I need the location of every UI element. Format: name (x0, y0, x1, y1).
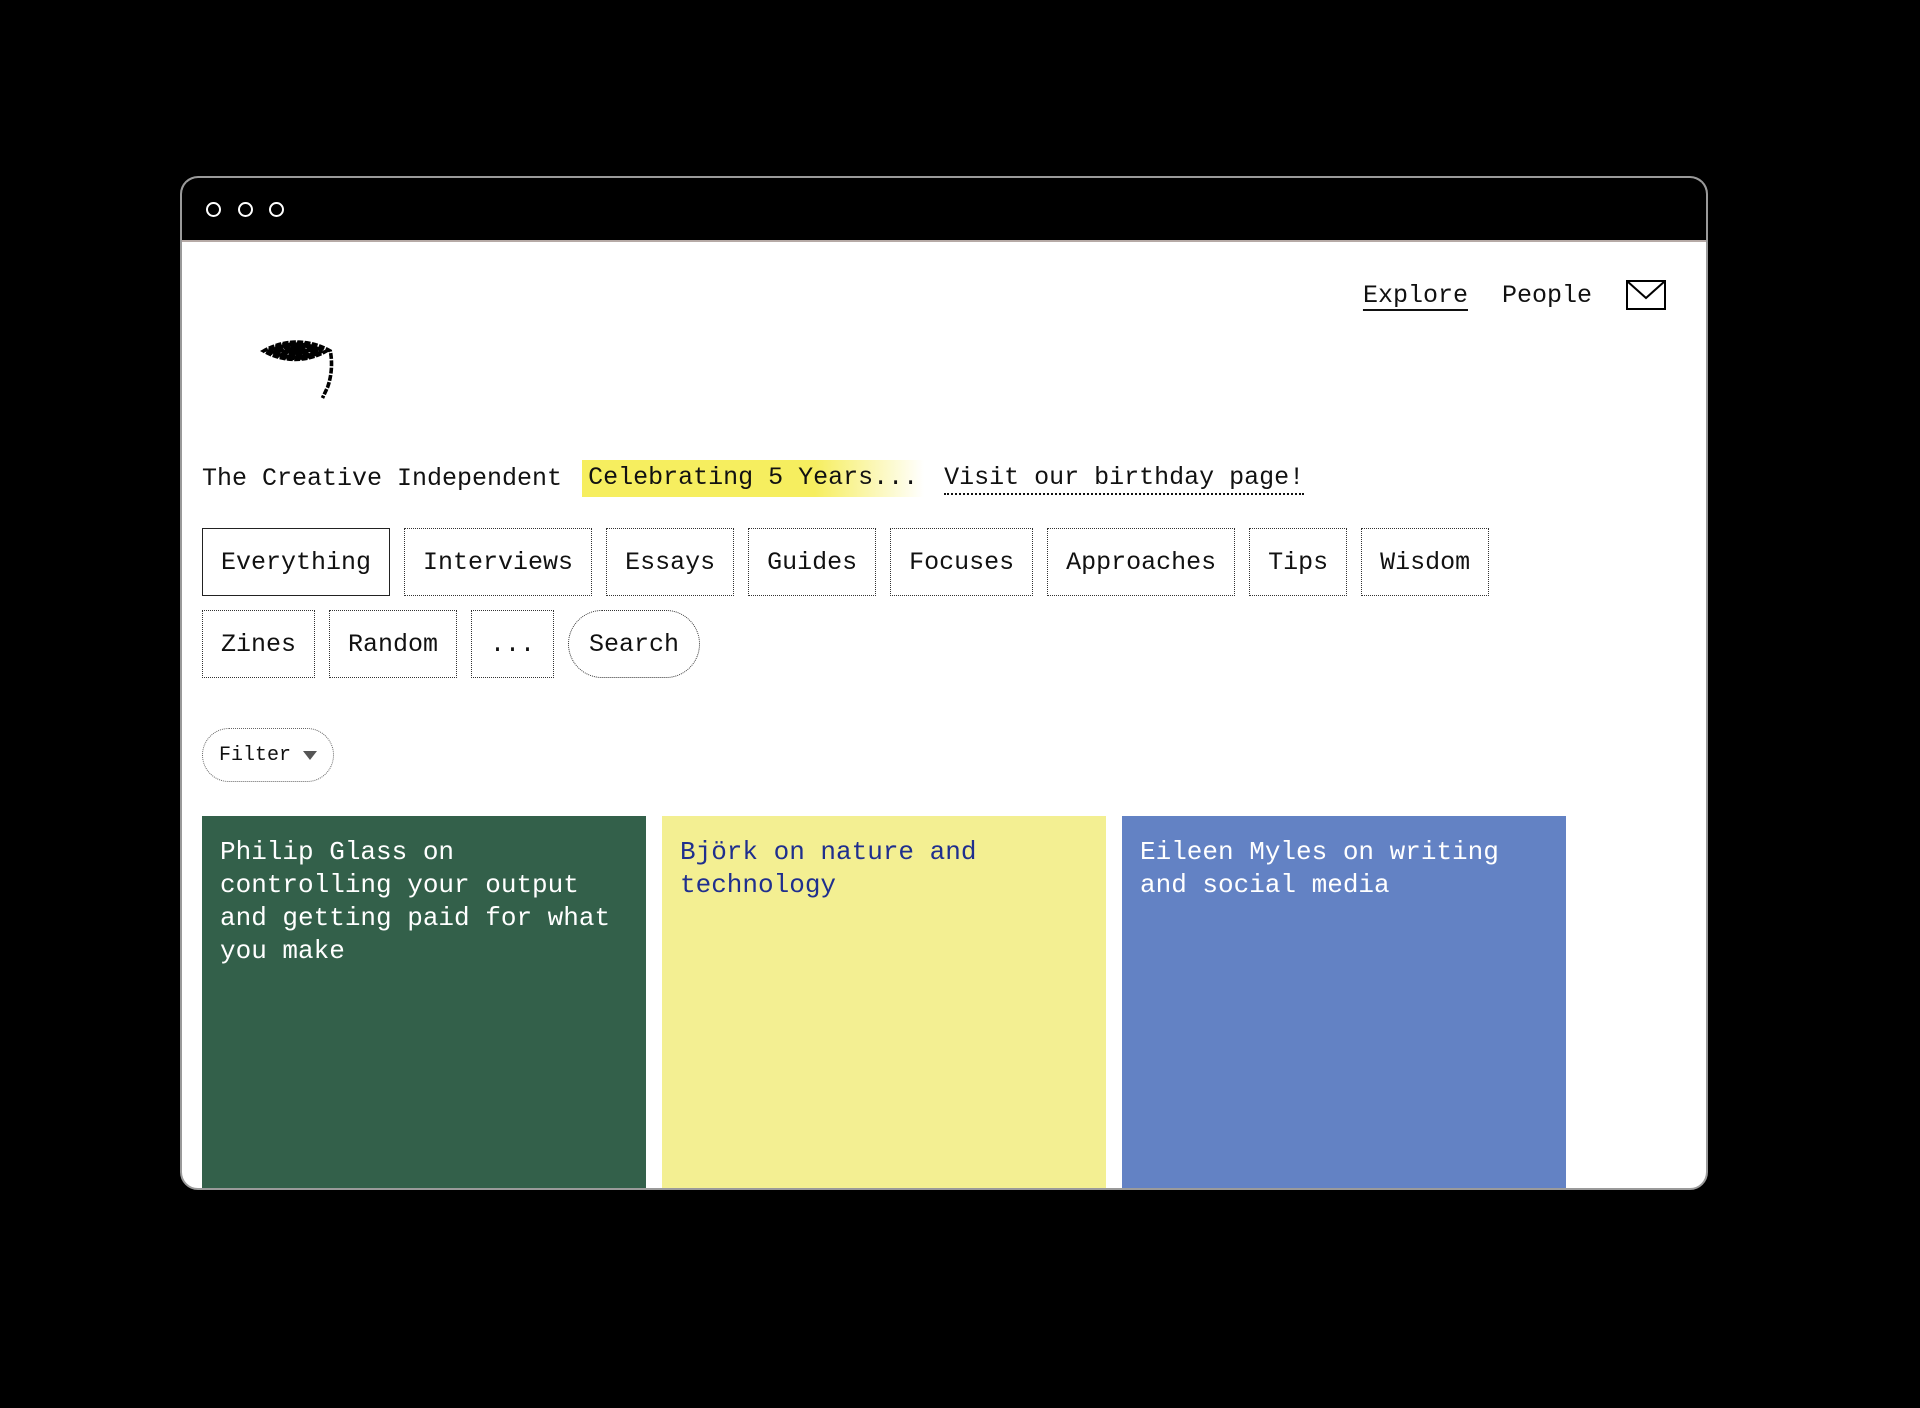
close-window-button[interactable] (206, 202, 221, 217)
envelope-icon[interactable] (1626, 280, 1666, 310)
spiral-icon[interactable] (202, 266, 388, 436)
tab-focuses[interactable]: Focuses (890, 528, 1034, 596)
tab-everything[interactable]: Everything (202, 528, 391, 596)
nav-explore[interactable]: Explore (1363, 281, 1468, 310)
tab-approaches[interactable]: Approaches (1047, 528, 1236, 596)
article-cards: Philip Glass on controlling your output … (202, 816, 1566, 1188)
caret-down-icon (303, 750, 318, 760)
tab-essays[interactable]: Essays (606, 528, 735, 596)
category-tabs: Everything Interviews Essays Guides Focu… (202, 528, 1622, 692)
tab-interviews[interactable]: Interviews (404, 528, 593, 596)
nav-people[interactable]: People (1502, 281, 1592, 310)
tab-zines[interactable]: Zines (202, 610, 316, 678)
browser-window: Explore People The Creative Independent … (180, 176, 1708, 1190)
article-card[interactable]: Björk on nature and technology (662, 816, 1106, 1188)
tab-tips[interactable]: Tips (1249, 528, 1348, 596)
maximize-window-button[interactable] (269, 202, 284, 217)
top-nav: Explore People (1363, 280, 1666, 310)
title-bar (182, 178, 1706, 242)
tab-more[interactable]: ... (471, 610, 555, 678)
site-name: The Creative Independent (202, 464, 563, 493)
tab-guides[interactable]: Guides (748, 528, 877, 596)
search-button[interactable]: Search (568, 610, 701, 678)
minimize-window-button[interactable] (238, 202, 253, 217)
page-content: Explore People The Creative Independent … (182, 242, 1706, 1188)
birthday-page-link[interactable]: Visit our birthday page! (944, 463, 1305, 495)
filter-dropdown[interactable]: Filter (202, 728, 335, 782)
tab-random[interactable]: Random (329, 610, 458, 678)
filter-label: Filter (219, 743, 292, 767)
tab-wisdom[interactable]: Wisdom (1361, 528, 1490, 596)
tagline: The Creative Independent Celebrating 5 Y… (202, 460, 1305, 497)
anniversary-highlight: Celebrating 5 Years... (582, 460, 925, 497)
article-card[interactable]: Eileen Myles on writing and social media (1122, 816, 1566, 1188)
article-card[interactable]: Philip Glass on controlling your output … (202, 816, 646, 1188)
